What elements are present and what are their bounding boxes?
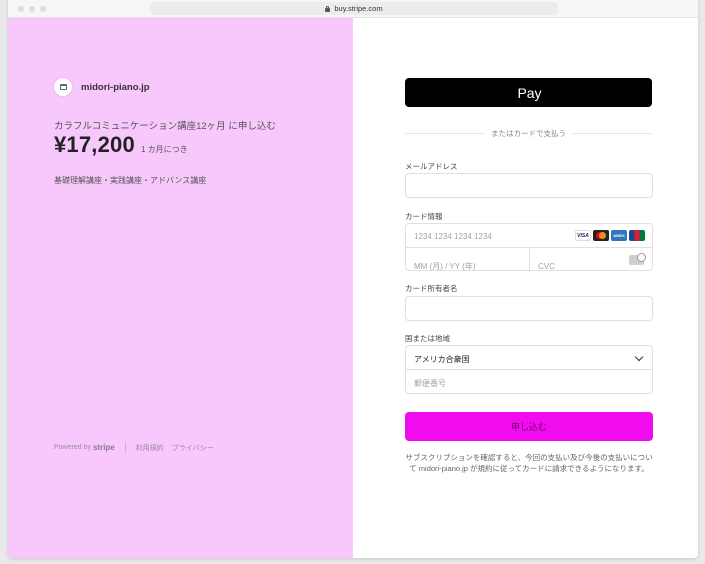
stripe-logo[interactable]: stripe	[93, 443, 115, 452]
postal-code-placeholder[interactable]: 郵便番号	[414, 378, 446, 389]
product-description: 基礎理解講座・実践講座・アドバンス講座	[54, 176, 207, 185]
card-brands: VISA AMEX	[575, 230, 645, 241]
subscription-terms: サブスクリプションを確認すると、今回の支払い及び今後の支払いについて midor…	[405, 453, 653, 473]
email-field[interactable]	[405, 173, 653, 198]
payment-panel: Pay またはカードで支払う メールアドレス カード情報 1234 1234 1…	[353, 18, 698, 558]
product-name: カラフルコミュニケーション講座12ヶ月 に申し込む	[54, 121, 276, 132]
price-row: ¥17,200 1 カ月につき	[54, 132, 188, 158]
expiry-placeholder: MM (月) / YY (年)	[414, 262, 476, 271]
terms-link[interactable]: 利用規約	[136, 443, 164, 453]
chevron-down-icon	[634, 352, 644, 362]
merchant-name: midori-piano.jp	[81, 81, 150, 93]
amex-icon: AMEX	[611, 230, 627, 241]
expiry-field[interactable]: MM (月) / YY (年)	[406, 248, 530, 272]
merchant-header: midori-piano.jp	[54, 78, 150, 96]
window-controls	[18, 6, 46, 12]
country-select[interactable]: アメリカ合衆国	[406, 346, 652, 370]
card-number-placeholder: 1234 1234 1234 1234	[414, 232, 492, 241]
cvc-card-icon	[629, 253, 646, 265]
country-value: アメリカ合衆国	[414, 355, 470, 364]
card-info-label: カード情報	[405, 212, 443, 221]
visa-icon: VISA	[575, 230, 591, 241]
apple-pay-button[interactable]: Pay	[405, 78, 652, 107]
url-text: buy.stripe.com	[334, 4, 383, 13]
apple-pay-label: Pay	[517, 84, 542, 101]
cardholder-label: カード所有者名	[405, 284, 458, 293]
lock-icon	[325, 5, 331, 12]
store-badge	[54, 78, 72, 96]
divider-text: またはカードで支払う	[491, 128, 566, 138]
price-period: 1 カ月につき	[140, 145, 188, 154]
divider-line	[405, 132, 485, 134]
cvc-placeholder: CVC	[538, 262, 555, 271]
subscribe-button[interactable]: 申し込む	[405, 412, 653, 441]
zoom-window-button[interactable]	[40, 6, 46, 12]
browser-titlebar: buy.stripe.com	[8, 0, 698, 18]
price-amount: ¥17,200	[54, 132, 135, 157]
cvc-field[interactable]: CVC	[530, 248, 652, 272]
cardholder-name-field[interactable]	[405, 296, 653, 321]
email-label: メールアドレス	[405, 162, 458, 171]
address-bar[interactable]: buy.stripe.com	[150, 2, 558, 15]
browser-window: buy.stripe.com midori-piano.jp カラフルコミュニケ…	[8, 0, 698, 558]
footer-divider	[124, 442, 126, 453]
divider-line	[572, 132, 652, 134]
powered-by-text: Powered by	[54, 444, 91, 451]
close-window-button[interactable]	[18, 6, 24, 12]
subscribe-label: 申し込む	[510, 422, 547, 432]
summary-footer: Powered by stripe 利用規約 プライバシー	[54, 442, 222, 453]
jcb-icon	[629, 230, 645, 241]
or-pay-with-card-divider: またはカードで支払う	[405, 127, 652, 139]
order-summary-panel: midori-piano.jp カラフルコミュニケーション講座12ヶ月 に申し込…	[8, 18, 353, 558]
privacy-link[interactable]: プライバシー	[172, 443, 214, 453]
country-label: 国または地域	[405, 334, 450, 343]
billing-address-group: アメリカ合衆国 郵便番号	[405, 345, 653, 394]
card-number-field[interactable]: 1234 1234 1234 1234 VISA AMEX	[406, 224, 652, 248]
store-icon	[59, 84, 67, 90]
card-second-row: MM (月) / YY (年) CVC	[406, 248, 652, 272]
mastercard-icon	[593, 230, 609, 241]
card-info-group: 1234 1234 1234 1234 VISA AMEX MM (月) / Y…	[405, 223, 653, 272]
minimize-window-button[interactable]	[29, 6, 35, 12]
